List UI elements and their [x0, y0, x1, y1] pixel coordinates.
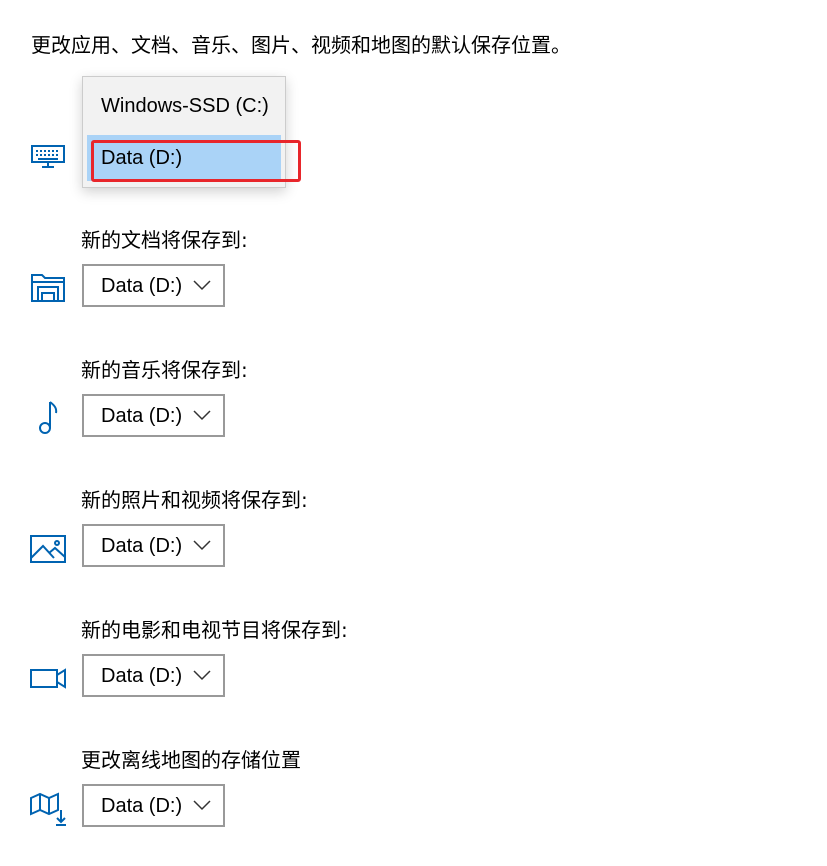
- documents-drive-value: Data (D:): [101, 275, 183, 297]
- movies-drive-value: Data (D:): [101, 665, 183, 687]
- maps-drive-select[interactable]: Data (D:): [82, 784, 225, 827]
- music-label: 新的音乐将保存到:: [81, 358, 248, 382]
- chevron-down-icon: [193, 799, 211, 811]
- music-drive-select[interactable]: Data (D:): [82, 394, 225, 437]
- video-camera-icon: [28, 658, 68, 698]
- chevron-down-icon: [193, 409, 211, 421]
- music-drive-value: Data (D:): [101, 405, 183, 427]
- apps-drive-dropdown-flyout: Windows-SSD (C:) Data (D:): [82, 76, 286, 188]
- drive-option-d[interactable]: Data (D:): [87, 135, 281, 181]
- drive-option-c[interactable]: Windows-SSD (C:): [87, 83, 281, 129]
- chevron-down-icon: [193, 279, 211, 291]
- map-download-icon: [28, 788, 68, 828]
- page-heading: 更改应用、文档、音乐、图片、视频和地图的默认保存位置。: [31, 33, 571, 57]
- movies-drive-select[interactable]: Data (D:): [82, 654, 225, 697]
- chevron-down-icon: [193, 539, 211, 551]
- documents-drive-select[interactable]: Data (D:): [82, 264, 225, 307]
- maps-drive-value: Data (D:): [101, 795, 183, 817]
- chevron-down-icon: [193, 669, 211, 681]
- documents-label: 新的文档将保存到:: [81, 228, 248, 252]
- picture-icon: [28, 528, 68, 568]
- music-note-icon: [28, 398, 68, 438]
- movies-label: 新的电影和电视节目将保存到:: [81, 618, 348, 642]
- photos-label: 新的照片和视频将保存到:: [81, 488, 308, 512]
- photos-drive-value: Data (D:): [101, 535, 183, 557]
- maps-label: 更改离线地图的存储位置: [81, 748, 301, 772]
- folder-drive-icon: [28, 267, 68, 307]
- photos-drive-select[interactable]: Data (D:): [82, 524, 225, 567]
- keyboard-monitor-icon: [28, 136, 68, 176]
